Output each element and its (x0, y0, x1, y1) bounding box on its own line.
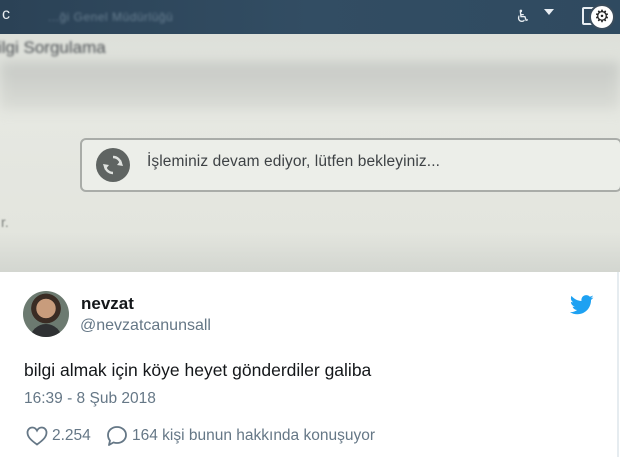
blurred-band (0, 62, 620, 110)
user-handle[interactable]: @nevzatcanunsall (80, 317, 211, 335)
refresh-icon (96, 148, 130, 182)
chevron-down-icon[interactable] (544, 9, 554, 15)
accessibility-icon[interactable]: ♿ (512, 6, 534, 28)
header-title: ...ği Genel Müdürlüğü (48, 10, 174, 24)
display-name[interactable]: nevzat (81, 294, 134, 314)
page-title: ilgi Sorgulama (0, 38, 106, 57)
loading-message: İşleminiz devam ediyor, lütfen bekleyini… (147, 153, 441, 170)
header-letter: c (2, 6, 10, 23)
header-bar: c ...ği Genel Müdürlüğü ♿ ⚙ (0, 0, 620, 34)
tweet-timestamp[interactable]: 16:39 - 8 Şub 2018 (24, 390, 156, 408)
heart-icon[interactable] (26, 426, 48, 446)
screen-photo: c ...ği Genel Müdürlüğü ♿ ⚙ ilgi Sorgula… (0, 0, 620, 272)
photo-shade (0, 232, 620, 272)
edge-text: r. (1, 214, 9, 230)
avatar[interactable] (23, 291, 69, 337)
tweet-text: bilgi almak için köye heyet gönderdiler … (24, 360, 372, 380)
like-count: 2.254 (52, 427, 91, 444)
replies-text[interactable]: 164 kişi bunun hakkında konuşuyor (132, 427, 375, 445)
avatar-shirt (30, 324, 62, 337)
twitter-bird-icon[interactable] (570, 295, 594, 315)
reply-bubble-icon[interactable] (106, 425, 128, 447)
card-border (617, 272, 619, 457)
gear-icon[interactable]: ⚙ (589, 4, 615, 30)
